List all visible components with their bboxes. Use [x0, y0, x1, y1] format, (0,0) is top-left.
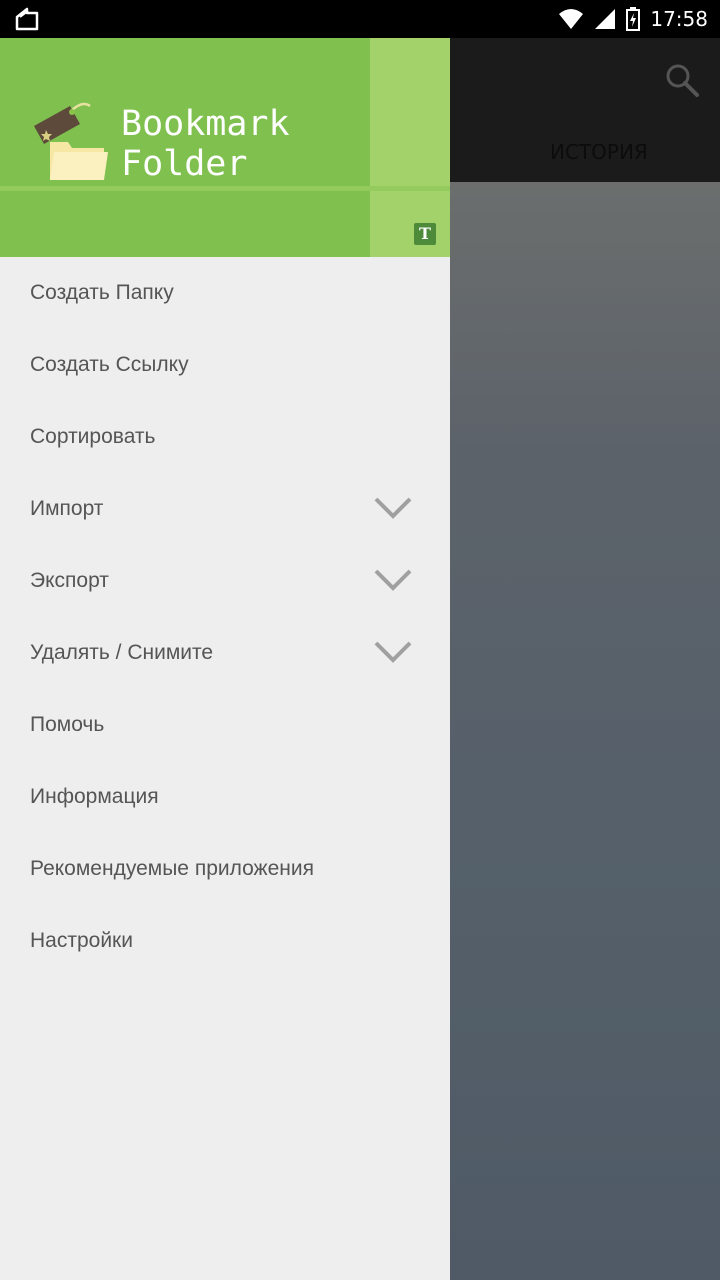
menu-item-label: Помочь [30, 713, 105, 736]
wifi-icon [558, 8, 584, 30]
chevron-down-icon[interactable] [374, 567, 412, 593]
bookmark-folder-logo-icon [32, 100, 112, 182]
status-bar: 17:58 [0, 0, 720, 38]
menu-item-create-folder[interactable]: Создать Папку [0, 257, 450, 329]
chevron-down-icon[interactable] [374, 639, 412, 665]
chevron-down-icon[interactable] [374, 495, 412, 521]
menu-item-recommended-apps[interactable]: Рекомендуемые приложения [0, 833, 450, 905]
drawer-menu: Создать Папку Создать Ссылку Сортировать… [0, 257, 450, 977]
menu-item-label: Импорт [30, 497, 104, 520]
menu-item-sort[interactable]: Сортировать [0, 401, 450, 473]
t-badge-icon[interactable]: T [414, 223, 436, 245]
menu-item-help[interactable]: Помочь [0, 689, 450, 761]
app-title: Bookmark Folder [121, 104, 290, 184]
notification-icon [14, 6, 40, 32]
battery-icon [626, 7, 641, 31]
menu-item-label: Создать Папку [30, 281, 174, 304]
app-title-line2: Folder [121, 144, 248, 184]
menu-item-delete[interactable]: Удалять / Снимите [0, 617, 450, 689]
header-divider [0, 186, 450, 191]
menu-item-label: Сортировать [30, 425, 156, 448]
menu-item-label: Рекомендуемые приложения [30, 857, 314, 880]
menu-item-label: Удалять / Снимите [30, 641, 214, 664]
menu-item-export[interactable]: Экспорт [0, 545, 450, 617]
menu-item-label: Настройки [30, 929, 133, 952]
header-stripe [370, 38, 450, 257]
menu-item-create-link[interactable]: Создать Ссылку [0, 329, 450, 401]
menu-item-info[interactable]: Информация [0, 761, 450, 833]
tab-history[interactable]: ИСТОРИЯ [550, 140, 648, 164]
search-icon[interactable] [664, 62, 700, 98]
menu-item-settings[interactable]: Настройки [0, 905, 450, 977]
signal-icon [594, 8, 616, 30]
menu-item-label: Создать Ссылку [30, 353, 189, 376]
app-title-line1: Bookmark [121, 104, 290, 144]
menu-item-label: Информация [30, 785, 159, 808]
navigation-drawer: Bookmark Folder T Создать Папку Создать … [0, 38, 450, 1280]
drawer-scrim[interactable] [450, 182, 720, 1280]
status-time: 17:58 [650, 7, 708, 31]
menu-item-label: Экспорт [30, 569, 109, 592]
menu-item-import[interactable]: Импорт [0, 473, 450, 545]
drawer-header: Bookmark Folder T [0, 38, 450, 257]
